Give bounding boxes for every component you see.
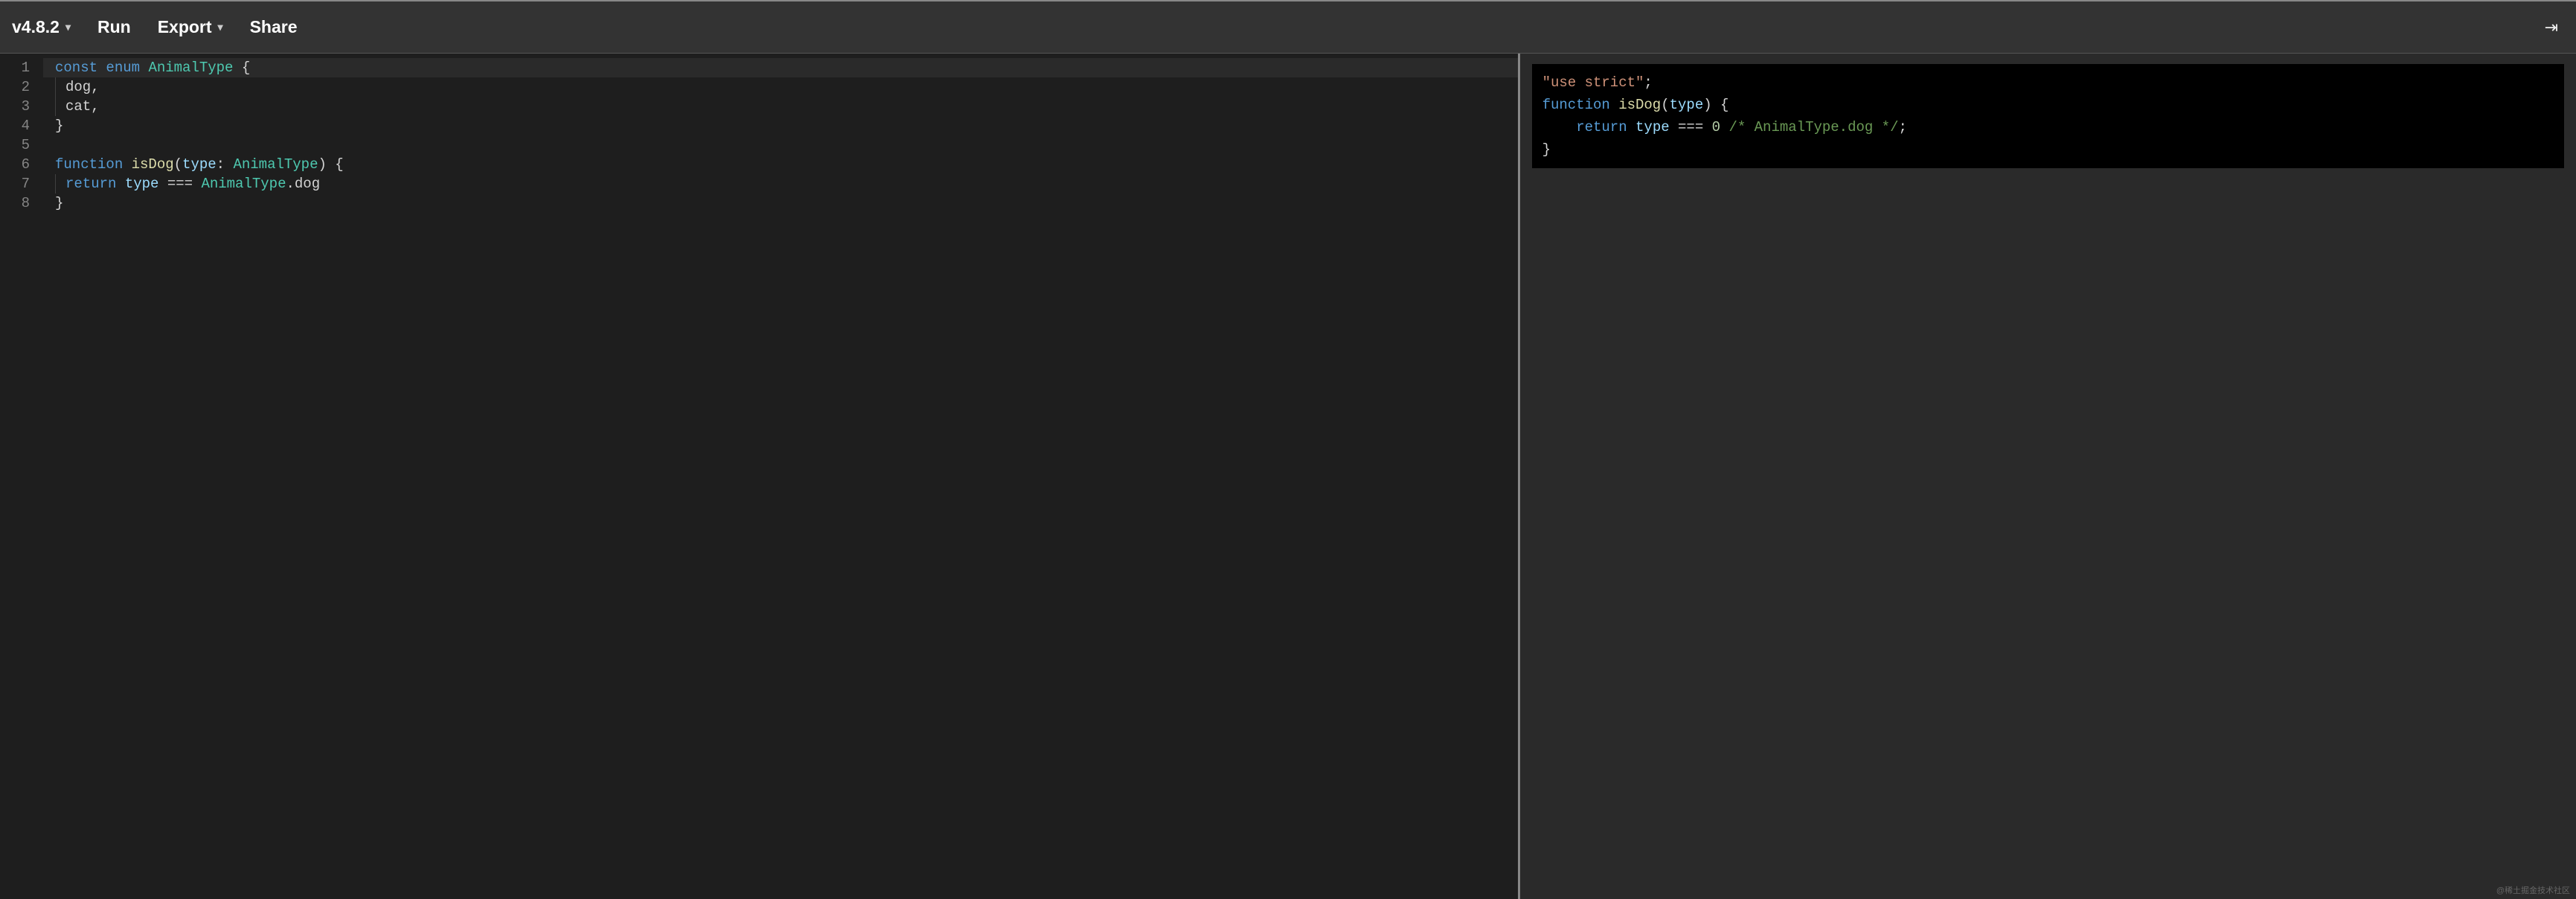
line-number: 6 [7, 155, 30, 174]
token: ; [1644, 74, 1652, 91]
token: cat [65, 98, 91, 115]
code-area[interactable]: const enum AnimalType {dog,cat,} functio… [43, 54, 1518, 899]
watermark-text: @稀土掘金技术社区 [2496, 884, 2570, 896]
token: return [65, 176, 125, 192]
token: { [233, 60, 250, 76]
output-code[interactable]: "use strict";function isDog(type) { retu… [1532, 64, 2564, 168]
chevron-down-icon: ▾ [65, 21, 71, 33]
code-line[interactable]: const enum AnimalType { [43, 58, 1518, 77]
token: === [1670, 119, 1712, 135]
token: function [1542, 97, 1619, 113]
output-line: } [1542, 138, 2554, 161]
run-button[interactable]: Run [97, 17, 131, 37]
token: ; [1899, 119, 1907, 135]
token: AnimalType [233, 156, 318, 173]
indent-guide [55, 174, 56, 193]
token: : [217, 156, 234, 173]
code-line[interactable] [43, 135, 1518, 155]
output-line: function isDog(type) { [1542, 94, 2554, 116]
token: type [182, 156, 217, 173]
code-line[interactable]: return type === AnimalType.dog [43, 174, 1518, 193]
token: === [158, 176, 201, 192]
line-number: 4 [7, 116, 30, 135]
code-line[interactable]: cat, [43, 97, 1518, 116]
line-number: 3 [7, 97, 30, 116]
app-root: v4.8.2 ▾ Run Export ▾ Share ⇥ 12345678 c… [0, 0, 2576, 899]
token: function [55, 156, 132, 173]
collapse-output-icon[interactable]: ⇥ [2545, 18, 2558, 37]
source-editor[interactable]: 12345678 const enum AnimalType {dog,cat,… [0, 54, 1520, 899]
code-line[interactable]: } [43, 193, 1518, 213]
token: /* AnimalType.dog */ [1728, 119, 1898, 135]
token: dog [295, 176, 320, 192]
line-number: 5 [7, 135, 30, 155]
output-line: "use strict"; [1542, 71, 2554, 94]
indent-guide [55, 77, 56, 97]
token: AnimalType [148, 60, 233, 76]
token: return [1576, 119, 1635, 135]
token: dog [65, 79, 91, 95]
version-select[interactable]: v4.8.2 ▾ [12, 17, 71, 37]
token: ( [174, 156, 182, 173]
line-number: 7 [7, 174, 30, 193]
token: , [91, 79, 99, 95]
main-area: 12345678 const enum AnimalType {dog,cat,… [0, 54, 2576, 899]
line-number: 2 [7, 77, 30, 97]
token: enum [106, 60, 148, 76]
token: , [91, 98, 99, 115]
token: "use strict" [1542, 74, 1644, 91]
token [1720, 119, 1728, 135]
token: type [1635, 119, 1670, 135]
token [1542, 119, 1577, 135]
version-label: v4.8.2 [12, 17, 60, 37]
line-gutter: 12345678 [0, 54, 43, 899]
output-line: return type === 0 /* AnimalType.dog */; [1542, 116, 2554, 138]
indent-guide [55, 97, 56, 116]
line-number: 8 [7, 193, 30, 213]
token: const [55, 60, 106, 76]
token: isDog [132, 156, 174, 173]
line-number: 1 [7, 58, 30, 77]
token: ) { [1703, 97, 1728, 113]
token: ) { [318, 156, 344, 173]
token: . [286, 176, 294, 192]
output-pane: "use strict";function isDog(type) { retu… [1520, 54, 2576, 899]
token: type [1670, 97, 1704, 113]
token: 0 [1712, 119, 1720, 135]
code-line[interactable]: dog, [43, 77, 1518, 97]
token: } [55, 195, 63, 211]
token: isDog [1618, 97, 1661, 113]
toolbar: v4.8.2 ▾ Run Export ▾ Share ⇥ [0, 1, 2576, 54]
code-line[interactable]: } [43, 116, 1518, 135]
token: ( [1661, 97, 1669, 113]
token: type [125, 176, 159, 192]
chevron-down-icon: ▾ [218, 21, 223, 33]
token: } [55, 118, 63, 134]
token: AnimalType [201, 176, 286, 192]
code-line[interactable]: function isDog(type: AnimalType) { [43, 155, 1518, 174]
share-button[interactable]: Share [250, 17, 298, 37]
export-button[interactable]: Export ▾ [158, 17, 223, 37]
token: } [1542, 141, 1551, 158]
